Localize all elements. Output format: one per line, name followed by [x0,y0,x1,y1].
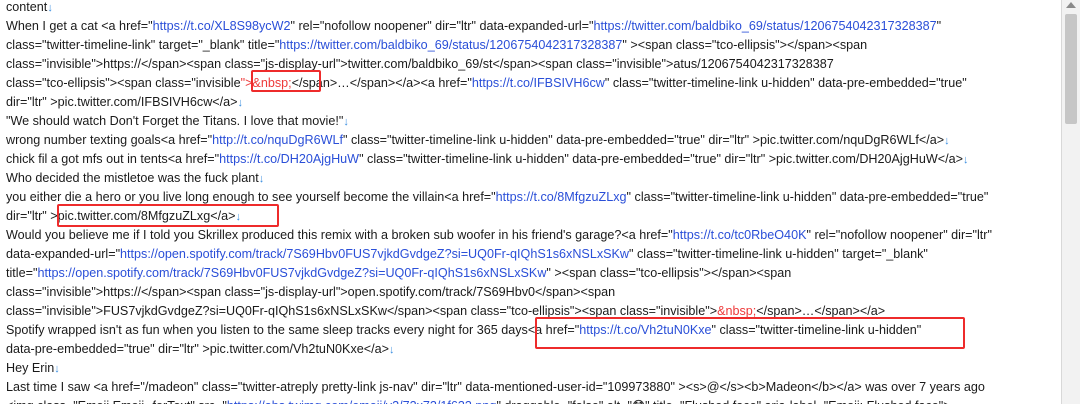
text-segment: " [936,19,942,33]
url-text: https://t.co/IFBSIVH6cw [471,76,605,90]
line-break-mark-icon: ↓ [944,135,950,147]
text-segment: " ><span class="tco-ellipsis"></span><sp… [622,38,868,52]
url-text: https://t.co/DH20AjgHuW [219,152,360,166]
text-line: content↓ [6,0,53,17]
text-line: Hey Erin↓ [6,359,60,378]
line-break-mark-icon: ↓ [237,97,244,109]
text-segment: </span>…</span></a> [756,304,886,318]
text-line: Last time I saw <a href="/madeon" class=… [6,378,985,397]
text-segment: When I get a cat <a href=" [6,19,153,33]
line-break-mark-icon: ↓ [343,116,349,128]
highlighted-entity-text: &nbsp; [717,304,757,318]
text-segment: dir="ltr" >pic.twitter.com/8MfgzuZLxg</a… [6,209,236,223]
text-segment: chick fil a got mfs out in tents<a href=… [6,152,220,166]
text-segment: class="twitter-timeline-link" target="_b… [6,38,280,52]
highlighted-entity-text: ">&nbsp; [240,76,292,90]
text-line: dir="ltr" >pic.twitter.com/IFBSIVH6cw</a… [6,93,243,112]
text-line: class="invisible">https://</span><span c… [6,55,834,74]
text-segment: " class="twitter-timeline-link u-hidden"… [629,247,928,261]
text-segment: " draggable="false" alt="😳" title="Flush… [496,399,950,404]
text-segment: class="tco-ellipsis"><span class="invisi… [6,76,241,90]
vertical-scrollbar[interactable] [1062,0,1080,404]
text-line: Spotify wrapped isn't as fun when you li… [6,321,921,340]
text-segment: " ><span class="tco-ellipsis"></span><sp… [546,266,792,280]
text-line: class="twitter-timeline-link" target="_b… [6,36,867,55]
text-segment: data-pre-embedded="true" dir="ltr" >pic.… [6,342,389,356]
url-text: https://twitter.com/baldbiko_69/status/1… [593,19,937,33]
line-break-mark-icon: ↓ [235,211,241,223]
scroll-up-arrow-icon[interactable] [1066,2,1076,8]
text-segment: content [6,0,48,14]
text-segment: data-expanded-url=" [6,247,121,261]
text-segment: " rel="nofollow noopener" dir="ltr" [806,228,992,242]
text-segment: class="invisible">FUS7vjkdGvdgeZ?si=UQ0F… [6,304,718,318]
line-break-mark-icon: ↓ [258,173,265,185]
line-break-mark-icon: ↓ [962,154,969,166]
text-editor[interactable]: content↓ When I get a cat <a href="https:… [0,0,1062,404]
text-segment: wrong number texting goals<a href=" [6,133,213,147]
text-line: data-expanded-url="https://open.spotify.… [6,245,928,264]
url-text: https://twitter.com/baldbiko_69/status/1… [279,38,623,52]
url-text: https://t.co/tc0RbeO40K [672,228,807,242]
text-line: class="invisible">FUS7vjkdGvdgeZ?si=UQ0F… [6,302,885,321]
text-segment: Would you believe me if I told you Skril… [6,228,673,242]
text-segment: Hey Erin [6,361,55,375]
text-segment: " rel="nofollow noopener" dir="ltr" data… [290,19,594,33]
line-break-mark-icon: ↓ [54,363,60,375]
text-segment: " class="twitter-timeline-link u-hidden"… [343,133,945,147]
url-text: http://t.co/nquDgR6WLf [212,133,343,147]
text-line: wrong number texting goals<a href="http:… [6,131,950,150]
text-segment: Last time I saw <a href="/madeon" class=… [6,380,985,394]
text-line: Who decided the mistletoe was the fuck p… [6,169,264,188]
text-segment: " class="twitter-timeline-link u-hidden" [711,323,922,337]
text-line: title="https://open.spotify.com/track/7S… [6,264,791,283]
text-line: "We should watch Don't Forget the Titans… [6,112,349,131]
url-text: https://t.co/8MfgzuZLxg [495,190,627,204]
text-line: dir="ltr" >pic.twitter.com/8MfgzuZLxg</a… [6,207,241,226]
text-segment: class="invisible">https://</span><span c… [6,57,834,71]
text-segment: you either die a hero or you live long e… [6,190,496,204]
line-break-mark-icon: ↓ [388,344,395,356]
text-line: class="tco-ellipsis"><span class="invisi… [6,74,967,93]
url-text: https://abs.twimg.com/emoji/v2/72x72/1f6… [227,399,497,404]
text-segment: class="invisible">https://</span><span c… [6,285,616,299]
url-text: https://t.co/Vh2tuN0Kxe [579,323,712,337]
text-segment: " class="twitter-timeline-link u-hidden"… [604,76,967,90]
text-segment: Who decided the mistletoe was the fuck p… [6,171,259,185]
text-segment: dir="ltr" >pic.twitter.com/IFBSIVH6cw</a… [6,95,238,109]
text-line: Would you believe me if I told you Skril… [6,226,992,245]
text-segment: </span>…</span></a><a href=" [291,76,472,90]
text-line: chick fil a got mfs out in tents<a href=… [6,150,968,169]
text-segment: title=" [6,266,38,280]
url-text: https://open.spotify.com/track/7S69Hbv0F… [120,247,630,261]
text-segment: <img class="Emoji Emoji--forText" src=" [6,399,227,404]
scroll-thumb[interactable] [1065,14,1077,124]
text-line: When I get a cat <a href="https://t.co/X… [6,17,941,36]
url-text: https://open.spotify.com/track/7S69Hbv0F… [37,266,547,280]
text-line: <img class="Emoji Emoji--forText" src="h… [6,397,951,404]
text-line: you either die a hero or you live long e… [6,188,988,207]
text-line: class="invisible">https://</span><span c… [6,283,615,302]
text-segment: Spotify wrapped isn't as fun when you li… [6,323,580,337]
text-segment: " class="twitter-timeline-link u-hidden"… [626,190,989,204]
text-segment: " class="twitter-timeline-link u-hidden"… [359,152,963,166]
text-segment: "We should watch Don't Forget the Titans… [6,114,344,128]
url-text: https://t.co/XL8S98ycW2 [152,19,291,33]
text-line: data-pre-embedded="true" dir="ltr" >pic.… [6,340,394,359]
line-break-mark-icon: ↓ [47,2,53,14]
